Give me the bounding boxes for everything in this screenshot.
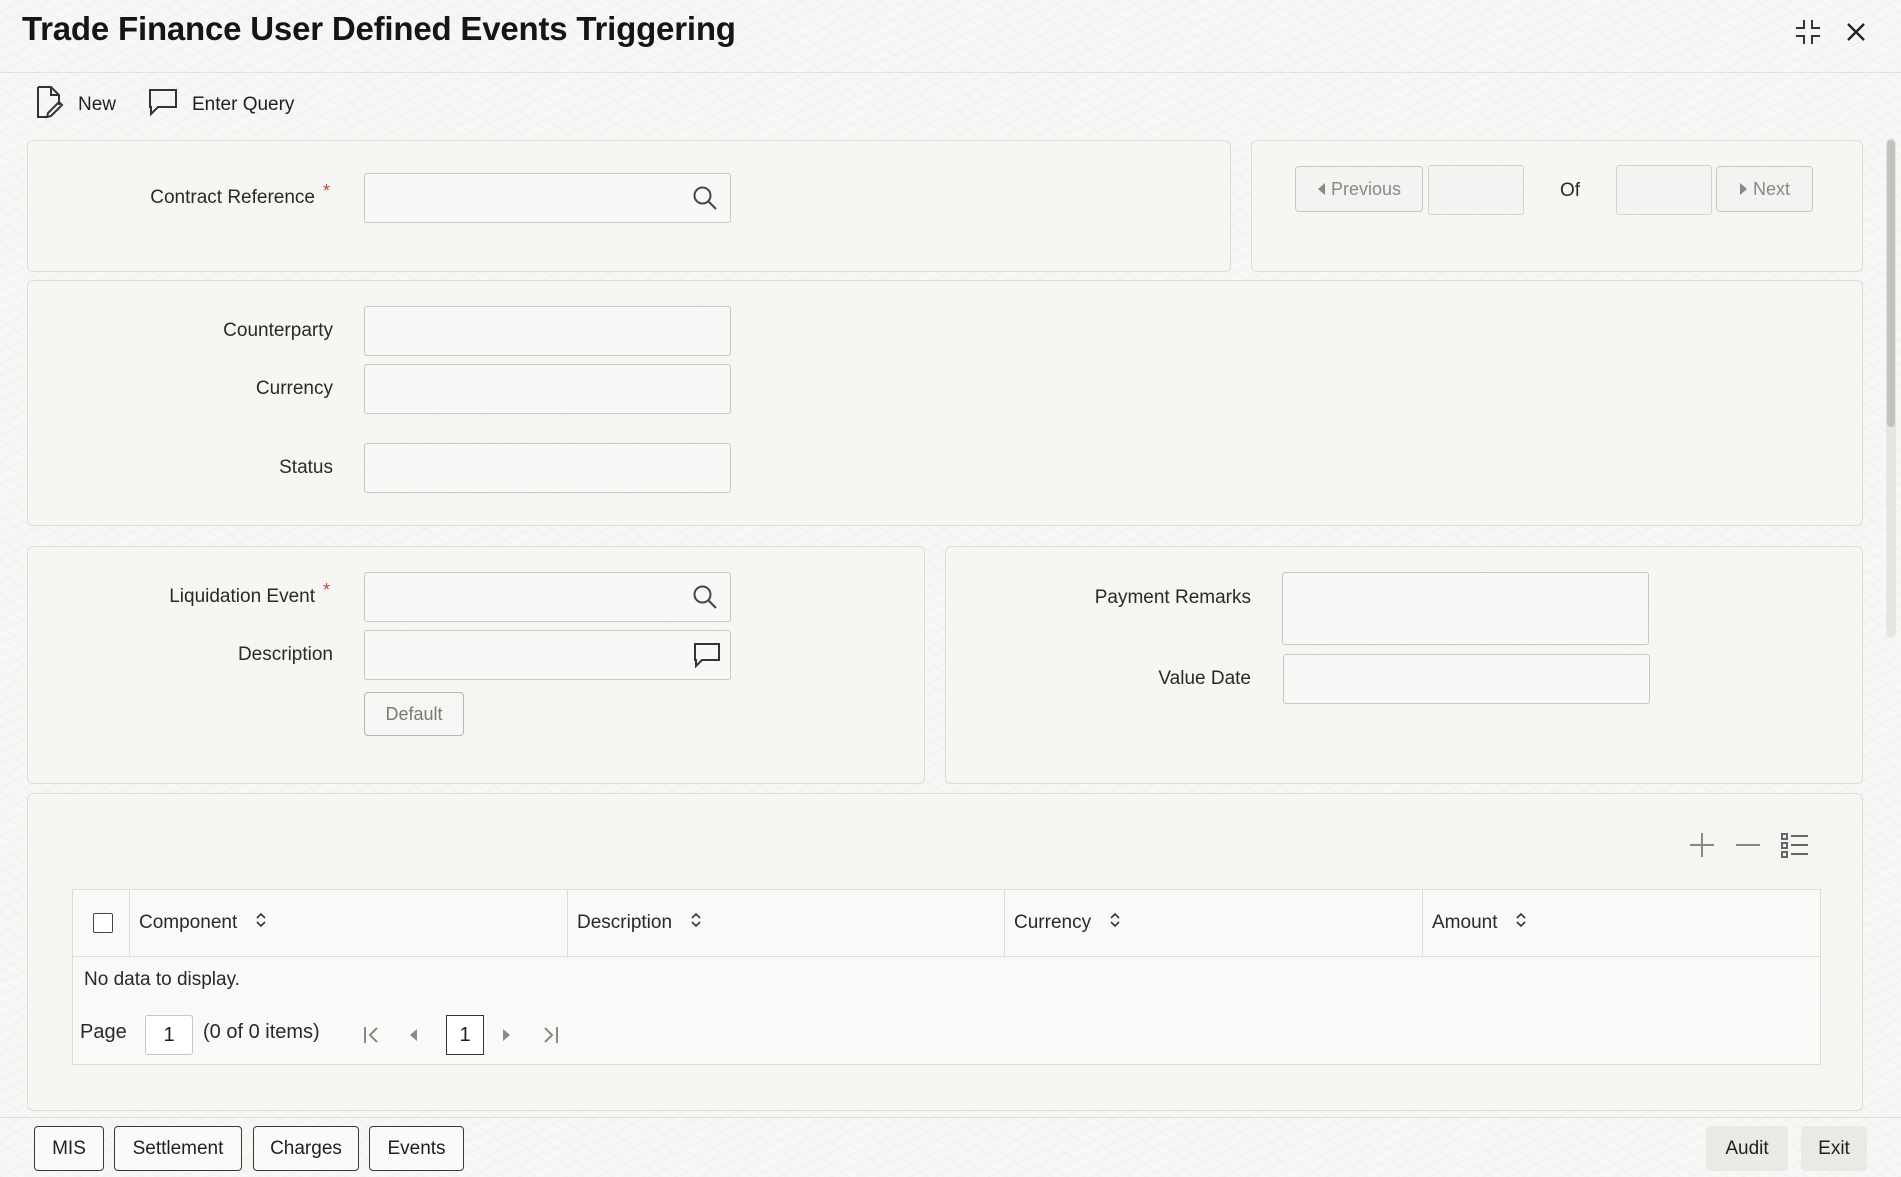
currency-field[interactable] [364,364,731,414]
column-header-label: Component [139,912,238,933]
caret-right-icon [1739,179,1748,200]
comment-icon [148,88,178,122]
list-view-icon[interactable] [1778,828,1812,862]
required-marker: * [323,181,331,201]
next-button[interactable]: Next [1716,166,1813,212]
vertical-scrollbar-thumb[interactable] [1887,140,1895,427]
next-page-icon[interactable] [494,1022,520,1048]
column-header-description[interactable]: Description [567,890,1004,956]
page-title: Trade Finance User Defined Events Trigge… [22,10,736,47]
sort-icon [1515,911,1527,935]
audit-button[interactable]: Audit [1706,1126,1788,1171]
empty-table-message: No data to display. [84,969,240,990]
enter-query-button[interactable]: Enter Query [148,86,294,124]
description-field[interactable] [364,630,731,680]
search-icon[interactable] [690,183,720,213]
events-button[interactable]: Events [369,1126,464,1171]
close-icon[interactable] [1838,14,1874,50]
new-document-icon [34,85,64,125]
add-row-icon[interactable] [1685,828,1719,862]
of-label: Of [1560,180,1581,201]
column-header-label: Currency [1014,912,1092,933]
next-button-label: Next [1752,178,1790,199]
mis-button[interactable]: MIS [34,1126,104,1171]
previous-button-label: Previous [1330,178,1402,199]
components-table: Component Description Currency Amount No… [72,889,1821,1065]
current-page-indicator[interactable]: 1 [446,1015,484,1055]
comment-icon[interactable] [692,640,722,670]
select-all-checkbox[interactable] [93,913,113,933]
items-summary: (0 of 0 items) [203,1021,320,1043]
delete-row-icon[interactable] [1731,828,1765,862]
minimize-icon[interactable] [1790,14,1826,50]
required-marker: * [323,580,331,600]
contract-reference-label: Contract Reference [150,187,315,208]
current-record-field [1428,165,1524,215]
previous-page-icon[interactable] [400,1022,426,1048]
enter-query-label: Enter Query [192,94,295,115]
new-button[interactable]: New [34,86,116,124]
sort-icon [255,911,267,935]
counterparty-field[interactable] [364,306,731,356]
payment-remarks-label: Payment Remarks [1094,587,1251,608]
liquidation-event-input[interactable] [364,572,731,622]
column-header-currency[interactable]: Currency [1004,890,1422,956]
charges-button[interactable]: Charges [253,1126,359,1171]
payment-remarks-field[interactable] [1282,572,1649,645]
previous-button[interactable]: Previous [1295,166,1423,212]
table-header: Component Description Currency Amount [73,890,1820,957]
column-header-label: Amount [1432,912,1498,933]
currency-label: Currency [255,378,333,399]
status-label: Status [279,457,333,478]
footer-divider [0,1117,1901,1118]
details-panel [27,280,1863,526]
page-label: Page [80,1021,127,1043]
new-button-label: New [78,94,117,115]
value-date-field[interactable] [1283,654,1650,704]
title-divider [0,72,1901,73]
sort-icon [1109,911,1121,935]
liquidation-event-label: Liquidation Event [169,586,315,607]
window: Trade Finance User Defined Events Trigge… [0,0,1901,1177]
last-page-icon[interactable] [537,1022,563,1048]
status-field[interactable] [364,443,731,493]
column-header-component[interactable]: Component [129,890,567,956]
exit-button[interactable]: Exit [1801,1126,1867,1171]
search-icon[interactable] [690,582,720,612]
sort-icon [690,911,702,935]
column-header-label: Description [577,912,673,933]
default-button[interactable]: Default [364,692,464,736]
counterparty-label: Counterparty [223,320,333,341]
total-records-field [1616,165,1712,215]
column-header-amount[interactable]: Amount [1422,890,1818,956]
first-page-icon[interactable] [359,1022,385,1048]
settlement-button[interactable]: Settlement [114,1126,242,1171]
description-label: Description [237,644,333,665]
value-date-label: Value Date [1158,668,1251,689]
page-number-input[interactable]: 1 [145,1015,193,1055]
caret-left-icon [1317,179,1326,200]
contract-reference-input[interactable] [364,173,731,223]
